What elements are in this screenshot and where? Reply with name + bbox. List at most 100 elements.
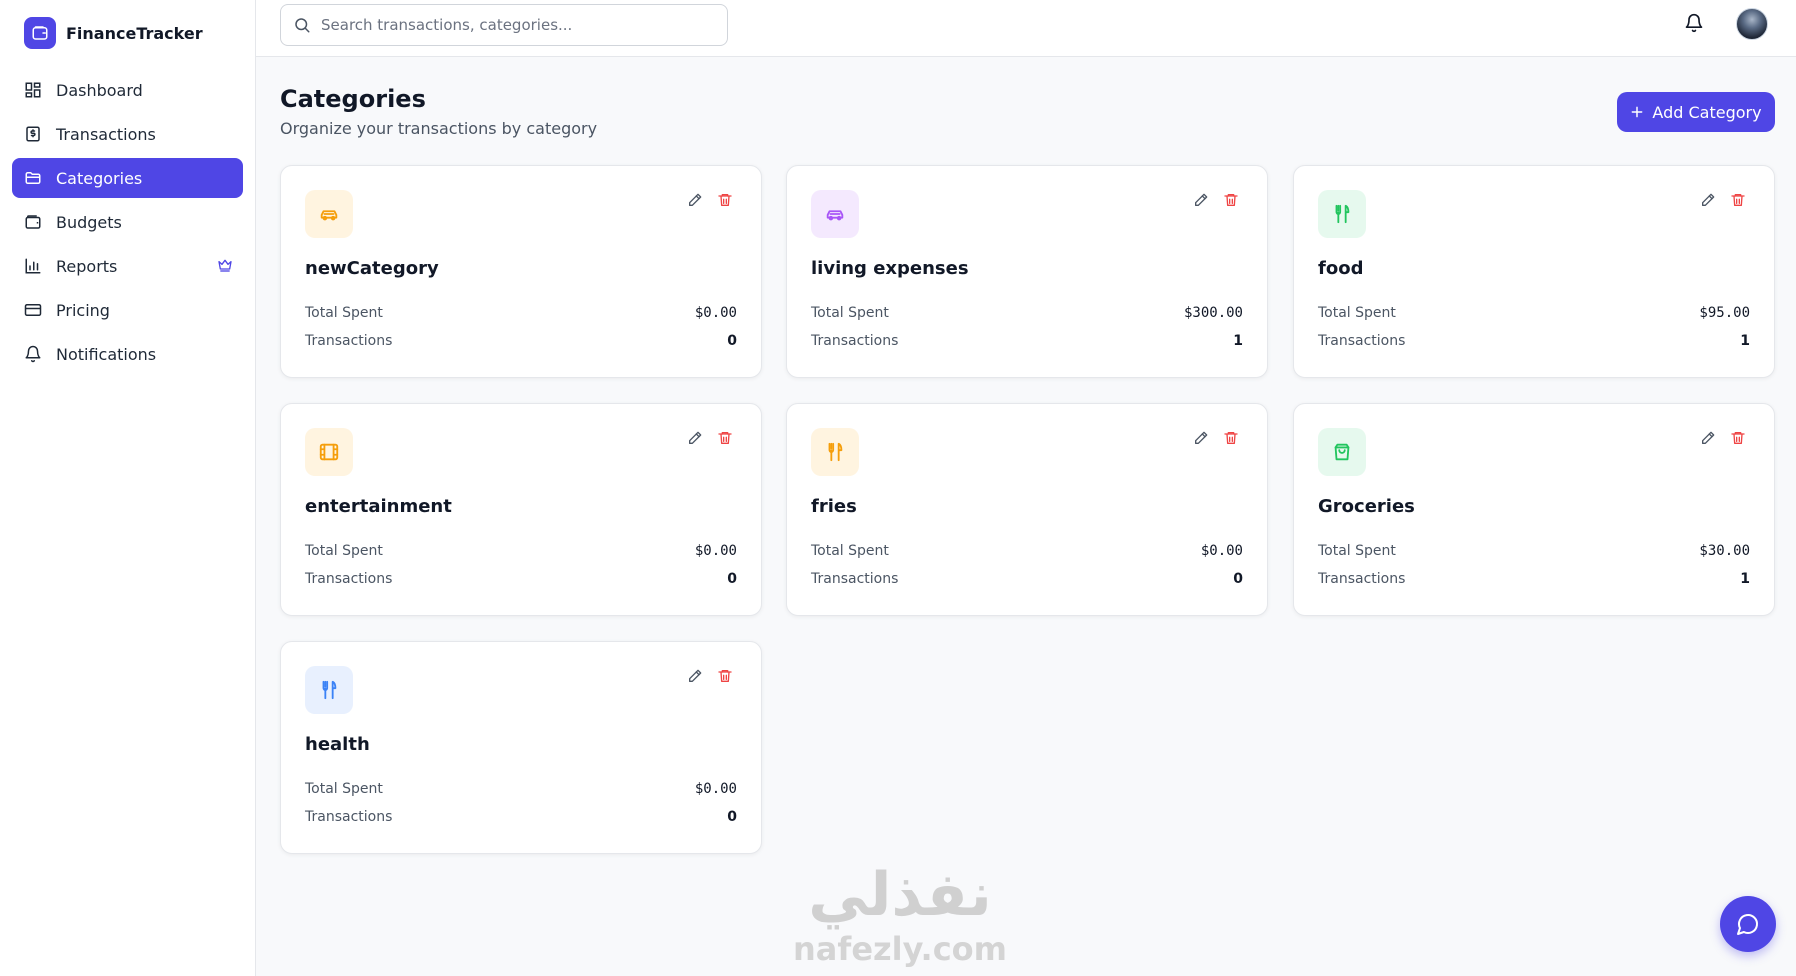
transactions-row: Transactions 1 [1318,333,1750,349]
category-name: living expenses [811,258,969,279]
watermark: نفذلي nafezly.com [790,860,1010,968]
transactions-count: 0 [727,809,737,825]
wallet-icon [25,215,41,229]
transactions-row: Transactions 1 [811,333,1243,349]
category-card[interactable]: Groceries Total Spent $30.00 Transaction… [1293,403,1775,616]
category-card[interactable]: fries Total Spent $0.00 Transactions 0 [786,403,1268,616]
delete-icon[interactable] [1730,430,1746,450]
total-spent-value: $300.00 [1183,305,1243,321]
category-card[interactable]: entertainment Total Spent $0.00 Transact… [280,403,762,616]
sidebar-item-label: Notifications [56,344,157,364]
edit-icon[interactable] [1700,430,1716,450]
sidebar-item-budgets[interactable]: Budgets [12,202,243,242]
edit-icon[interactable] [687,668,703,688]
total-spent-label: Total Spent [1318,305,1396,321]
notifications-bell-icon[interactable] [1684,13,1704,37]
total-spent-value: $0.00 [694,543,737,559]
delete-icon[interactable] [1730,192,1746,212]
search-box[interactable] [280,4,728,46]
edit-icon[interactable] [1193,430,1209,450]
edit-icon[interactable] [1193,192,1209,212]
sidebar-item-pricing[interactable]: Pricing [12,290,243,330]
category-card[interactable]: newCategory Total Spent $0.00 Transactio… [280,165,762,378]
app-name: FinanceTracker [66,23,203,43]
sidebar-item-label: Categories [56,168,143,188]
edit-icon[interactable] [687,192,703,212]
sidebar-item-categories[interactable]: Categories [12,158,243,198]
brand[interactable]: FinanceTracker [24,17,203,49]
category-card[interactable]: living expenses Total Spent $300.00 Tran… [786,165,1268,378]
sidebar-item-dashboard[interactable]: Dashboard [12,70,243,110]
transactions-row: Transactions 0 [305,333,737,349]
category-name: fries [811,496,857,517]
chat-bubble-icon [1737,914,1758,935]
transactions-count: 1 [1233,333,1243,349]
card-actions [1193,430,1239,450]
delete-icon[interactable] [1223,192,1239,212]
credit-card-icon [24,304,42,316]
category-card[interactable]: health Total Spent $0.00 Transactions 0 [280,641,762,854]
search-input[interactable] [321,16,711,34]
wallet-logo-icon [24,17,56,49]
transactions-label: Transactions [811,571,899,587]
watermark-text: nafezly.com [793,930,1007,968]
delete-icon[interactable] [1223,430,1239,450]
sidebar: FinanceTracker Dashboard Transactions Ca… [0,0,256,976]
page-title: Categories [280,85,426,113]
total-spent-row: Total Spent $95.00 [1318,305,1750,321]
category-icon-box [811,190,859,238]
card-actions [1700,192,1746,212]
chat-button[interactable] [1720,896,1776,952]
total-spent-label: Total Spent [305,305,383,321]
bell-icon [25,345,41,363]
category-name: newCategory [305,258,439,279]
total-spent-row: Total Spent $0.00 [305,305,737,321]
delete-icon[interactable] [717,192,733,212]
total-spent-row: Total Spent $300.00 [811,305,1243,321]
total-spent-row: Total Spent $0.00 [305,781,737,797]
car-icon [826,210,844,221]
edit-icon[interactable] [687,430,703,450]
transactions-row: Transactions 0 [305,809,737,825]
total-spent-label: Total Spent [1318,543,1396,559]
total-spent-label: Total Spent [811,305,889,321]
transactions-count: 1 [1740,571,1750,587]
sidebar-item-label: Reports [56,256,118,276]
card-actions [687,430,733,450]
category-icon-box [305,428,353,476]
plus-icon [1632,106,1643,118]
edit-icon[interactable] [1700,192,1716,212]
add-category-button[interactable]: Add Category [1617,92,1775,132]
total-spent-value: $95.00 [1699,305,1750,321]
bar-chart-icon [25,258,41,274]
card-actions [687,668,733,688]
car-icon [320,210,338,221]
avatar[interactable] [1736,8,1768,40]
shopping-bag-icon [1334,443,1350,461]
card-actions [1700,430,1746,450]
transactions-count: 0 [727,571,737,587]
category-name: entertainment [305,496,452,517]
transactions-row: Transactions 0 [305,571,737,587]
category-icon-box [305,190,353,238]
total-spent-value: $0.00 [694,305,737,321]
category-card[interactable]: food Total Spent $95.00 Transactions 1 [1293,165,1775,378]
category-icon-box [811,428,859,476]
total-spent-value: $0.00 [694,781,737,797]
total-spent-label: Total Spent [305,781,383,797]
dashboard-icon [25,82,41,98]
delete-icon[interactable] [717,668,733,688]
sidebar-item-notifications[interactable]: Notifications [12,334,243,374]
utensils-icon [322,680,337,700]
sidebar-item-label: Pricing [56,300,110,320]
sidebar-nav: Dashboard Transactions Categories Budget… [12,70,243,378]
sidebar-item-reports[interactable]: Reports [12,246,243,286]
delete-icon[interactable] [717,430,733,450]
total-spent-value: $0.00 [1200,543,1243,559]
transactions-label: Transactions [811,333,899,349]
sidebar-item-label: Transactions [56,124,156,144]
sidebar-item-transactions[interactable]: Transactions [12,114,243,154]
transactions-label: Transactions [305,809,393,825]
transactions-label: Transactions [305,571,393,587]
category-name: Groceries [1318,496,1415,517]
